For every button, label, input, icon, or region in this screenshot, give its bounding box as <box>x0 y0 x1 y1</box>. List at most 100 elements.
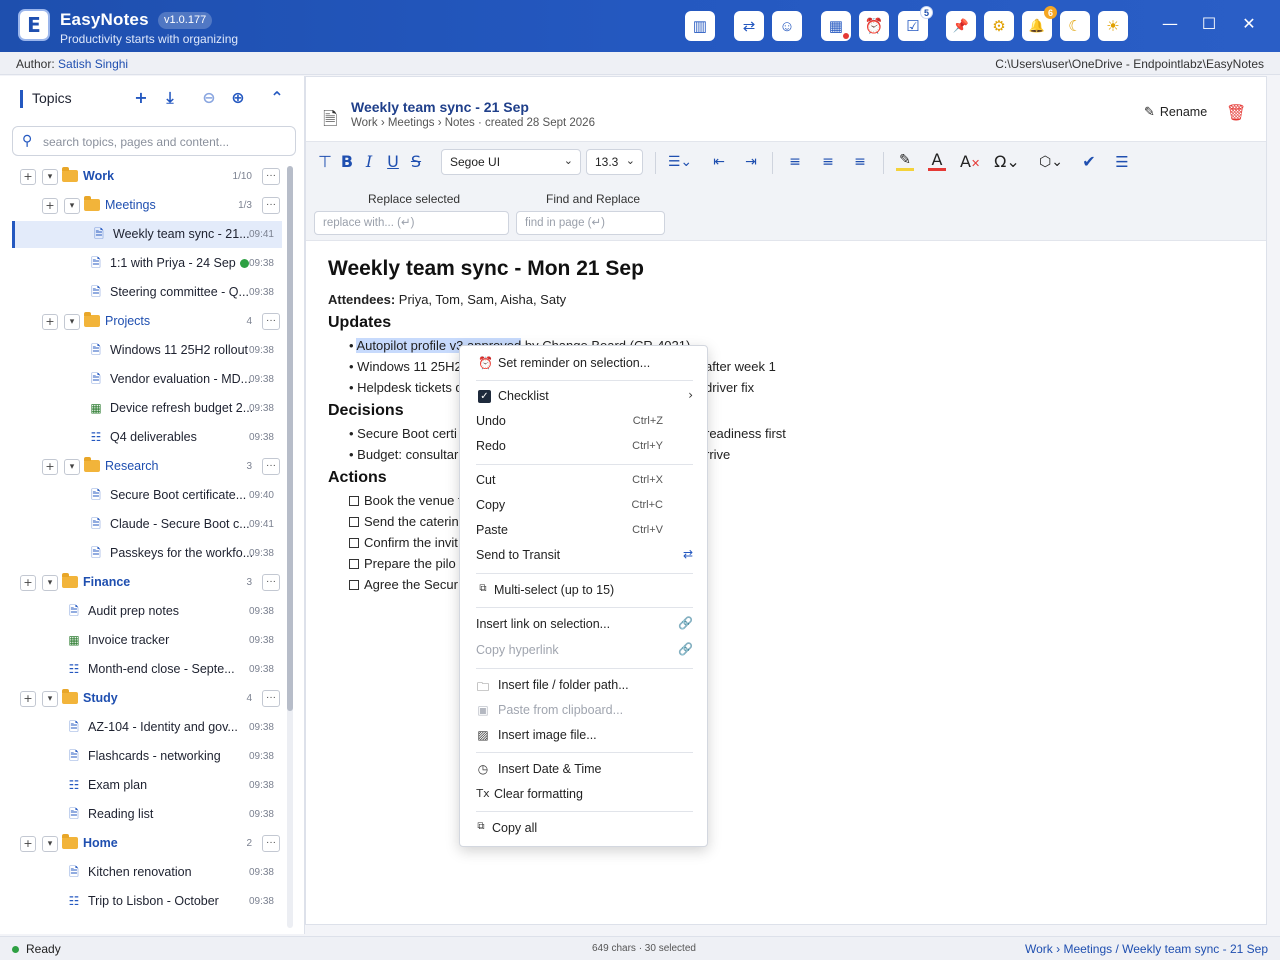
close-button[interactable]: ✕ <box>1237 14 1261 33</box>
menu-undo[interactable]: Undo Ctrl+Z <box>460 411 709 433</box>
dashboard-button[interactable]: ▥ <box>685 11 715 41</box>
expand-toggle-icon[interactable]: ▾ <box>64 459 80 475</box>
alarm-button[interactable]: ⏰ <box>859 11 889 41</box>
scrollbar-thumb[interactable] <box>287 166 293 711</box>
menu-copy[interactable]: Copy Ctrl+C <box>460 495 709 517</box>
more-options-button[interactable]: ··· <box>262 197 280 214</box>
menu-clear-formatting[interactable]: Tx Clear formatting <box>460 784 709 806</box>
more-options-button[interactable]: ··· <box>262 458 280 475</box>
align-center-icon[interactable]: ≡ <box>819 151 837 173</box>
more-options-button[interactable]: ··· <box>262 835 280 852</box>
more-options-button[interactable]: ··· <box>262 574 280 591</box>
note-row[interactable]: 🗎 Flashcards - networking 09:38 <box>12 743 282 770</box>
note-row[interactable]: 🗎 Audit prep notes 09:38 <box>12 598 282 625</box>
add-child-button[interactable]: + <box>20 575 36 591</box>
dark-mode-button[interactable]: ☾ <box>1060 11 1090 41</box>
note-row[interactable]: 🗎 Reading list 09:38 <box>12 801 282 828</box>
menu-multi-select[interactable]: ⧉ Multi-select (up to 15) <box>460 580 709 602</box>
note-row[interactable]: ☷ Trip to Lisbon - October 09:38 <box>12 888 282 915</box>
menu-copy-hyperlink[interactable]: Copy hyperlink 🔗 <box>460 640 709 662</box>
note-row[interactable]: 🗎 AZ-104 - Identity and gov... 09:38 <box>12 714 282 741</box>
note-row[interactable]: ▦ Device refresh budget 2... 09:38 <box>12 395 282 422</box>
note-row[interactable]: ☷ Q4 deliverables 09:38 <box>12 424 282 451</box>
font-family-select[interactable]: Segoe UI ⌄ <box>441 149 581 175</box>
checklist-item[interactable]: Prepare the pilo <box>349 556 456 571</box>
note-row[interactable]: ☷ Month-end close - Septe... 09:38 <box>12 656 282 683</box>
folder-row[interactable]: + ▾ Research 3 ··· <box>12 453 282 480</box>
folder-row[interactable]: + ▾ Home 2 ··· <box>12 830 282 857</box>
maximize-button[interactable]: ☐ <box>1197 14 1221 33</box>
replace-input[interactable] <box>314 211 509 235</box>
folder-row[interactable]: + ▾ Projects 4 ··· <box>12 308 282 335</box>
menu-insert-link[interactable]: Insert link on selection... 🔗 <box>460 614 709 636</box>
shapes-icon[interactable]: ⬡⌄ <box>1036 151 1066 173</box>
checklist-item[interactable]: Agree the Secur <box>349 577 458 592</box>
note-row[interactable]: 🗎 Windows 11 25H2 rollout 09:38 <box>12 337 282 364</box>
light-mode-button[interactable]: ☀ <box>1098 11 1128 41</box>
expand-toggle-icon[interactable]: ▾ <box>64 314 80 330</box>
menu-checklist[interactable]: ✓ Checklist › <box>460 386 709 408</box>
author-name[interactable]: Satish Singhi <box>58 57 128 71</box>
expand-toggle-icon[interactable]: ▾ <box>42 691 58 707</box>
checkmark-icon[interactable]: ✔ <box>1080 151 1098 173</box>
search-input[interactable] <box>43 133 288 150</box>
settings-button[interactable]: ⚙ <box>984 11 1014 41</box>
highlight-icon[interactable]: ✎ <box>896 151 914 171</box>
zoom-in-icon[interactable]: ⊕ <box>228 88 248 108</box>
status-breadcrumb[interactable]: Work › Meetings / Weekly team sync - 21 … <box>1025 942 1268 956</box>
note-row[interactable]: 🗎 Steering committee - Q... 09:38 <box>12 279 282 306</box>
folder-row[interactable]: + ▾ Meetings 1/3 ··· <box>12 192 282 219</box>
italic-button[interactable]: I <box>362 151 376 173</box>
more-options-button[interactable]: ··· <box>262 690 280 707</box>
checkbox[interactable] <box>349 496 359 506</box>
checklist-item[interactable]: Confirm the invit <box>349 535 458 550</box>
pin-button[interactable]: 📌 <box>946 11 976 41</box>
strikethrough-button[interactable]: S <box>408 151 424 173</box>
more-options-button[interactable]: ··· <box>262 168 280 185</box>
note-row[interactable]: ☷ Exam plan 09:38 <box>12 772 282 799</box>
add-topic-icon[interactable]: + <box>131 88 151 108</box>
calendar-button[interactable]: ▦ <box>821 11 851 41</box>
note-row[interactable]: ▦ Invoice tracker 09:38 <box>12 627 282 654</box>
bold-button[interactable]: B <box>339 151 355 173</box>
outdent-icon[interactable]: ⇤ <box>710 151 728 173</box>
note-row[interactable]: 🗎 Claude - Secure Boot c... 09:41 <box>12 511 282 538</box>
checkbox[interactable] <box>349 580 359 590</box>
download-icon[interactable]: ⤓ <box>160 88 180 108</box>
menu-insert-date-time[interactable]: ◷ Insert Date & Time <box>460 759 709 781</box>
note-row[interactable]: 🗎 Vendor evaluation - MD... 09:38 <box>12 366 282 393</box>
menu-redo[interactable]: Redo Ctrl+Y <box>460 436 709 458</box>
checkbox[interactable] <box>349 517 359 527</box>
add-child-button[interactable]: + <box>20 836 36 852</box>
tasks-button[interactable]: ☑ 5 <box>898 6 933 41</box>
add-child-button[interactable]: + <box>20 169 36 185</box>
robot-button[interactable]: ☺ <box>772 11 802 41</box>
checkbox[interactable] <box>349 538 359 548</box>
menu-cut[interactable]: Cut Ctrl+X <box>460 470 709 492</box>
menu-copy-all[interactable]: ⧉ Copy all <box>460 818 709 840</box>
collapse-all-icon[interactable]: ⌃ <box>267 88 287 108</box>
format-painter-icon[interactable]: ⊤ <box>318 151 332 173</box>
note-row[interactable]: 🗎 Weekly team sync - 21... 09:41 <box>12 221 282 248</box>
horizontal-rule-icon[interactable]: ☰ <box>1112 151 1132 173</box>
minimize-button[interactable]: — <box>1158 14 1182 33</box>
menu-send-to-transit[interactable]: Send to Transit ⇄ <box>460 545 709 567</box>
expand-toggle-icon[interactable]: ▾ <box>42 169 58 185</box>
menu-paste-from-clipboard[interactable]: ▣ Paste from clipboard... <box>460 700 709 722</box>
delete-button[interactable]: 🗑 <box>1226 103 1246 122</box>
folder-row[interactable]: + ▾ Finance 3 ··· <box>12 569 282 596</box>
special-character-icon[interactable]: Ω⌄ <box>992 151 1022 173</box>
font-size-select[interactable]: 13.3 ⌄ <box>586 149 643 175</box>
expand-toggle-icon[interactable]: ▾ <box>64 198 80 214</box>
notifications-button[interactable]: 🔔 6 <box>1022 6 1057 41</box>
checkbox[interactable] <box>349 559 359 569</box>
align-right-icon[interactable]: ≡ <box>851 151 869 173</box>
find-input[interactable] <box>516 211 665 235</box>
note-row[interactable]: 🗎 Kitchen renovation 09:38 <box>12 859 282 886</box>
expand-toggle-icon[interactable]: ▾ <box>42 575 58 591</box>
menu-insert-image[interactable]: ▨ Insert image file... <box>460 725 709 747</box>
add-child-button[interactable]: + <box>20 691 36 707</box>
menu-insert-path[interactable]: 🗀 Insert file / folder path... <box>460 675 709 697</box>
indent-icon[interactable]: ⇥ <box>742 151 760 173</box>
checklist-item[interactable]: Book the venue f <box>349 493 462 508</box>
